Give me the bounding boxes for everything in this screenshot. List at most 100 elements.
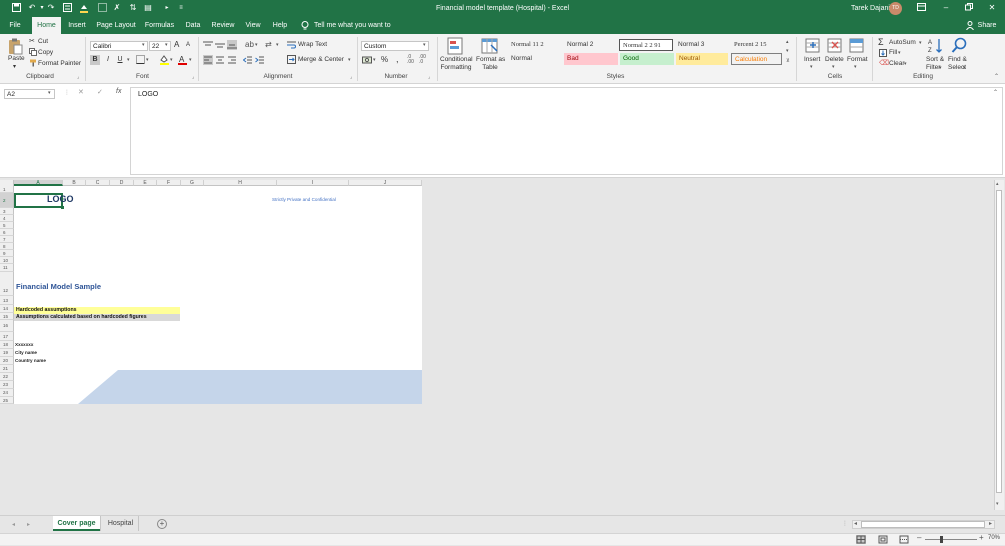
row-header[interactable]: 12 [0, 272, 14, 296]
row-header[interactable]: 23 [0, 381, 14, 389]
cell-model-title[interactable]: Financial Model Sample [16, 282, 101, 291]
format-cells-button[interactable]: Format [847, 56, 868, 63]
row-header[interactable]: 20 [0, 357, 14, 365]
paste-special-qat-icon[interactable]: ▤ [143, 3, 153, 13]
share-button[interactable]: Share [977, 17, 997, 34]
find-select-label[interactable]: Find & [948, 56, 967, 63]
find-select-icon[interactable] [951, 37, 967, 55]
orientation-dropdown-icon[interactable]: ▾ [255, 42, 258, 48]
orientation-icon[interactable]: ab [245, 40, 254, 49]
underline-dropdown-icon[interactable]: ▾ [127, 57, 130, 63]
tab-review[interactable]: Review [210, 17, 236, 34]
tab-home[interactable]: Home [32, 17, 61, 34]
cell-logo[interactable]: LOGO [47, 194, 74, 204]
cell-city[interactable]: City name [15, 350, 37, 355]
font-launcher-icon[interactable]: ⌟ [192, 74, 194, 80]
insert-cells-icon[interactable] [805, 37, 821, 54]
close-icon[interactable]: ✕ [987, 3, 997, 13]
cell-hardcoded-legend[interactable]: Hardcoded assumptions [16, 307, 77, 314]
tab-page-layout[interactable]: Page Layout [95, 17, 137, 34]
tab-data[interactable]: Data [182, 17, 204, 34]
row-header[interactable]: 4 [0, 215, 14, 222]
tab-formulas[interactable]: Formulas [143, 17, 176, 34]
horizontal-scroll-thumb[interactable] [861, 521, 985, 528]
sheet-tab-cover-page[interactable]: Cover page [53, 516, 100, 531]
sort-filter-dropdown-icon[interactable]: ▾ [939, 65, 942, 71]
font-color-icon[interactable]: A [177, 54, 188, 65]
align-left-icon[interactable] [203, 55, 213, 65]
styles-more-icon[interactable]: ⊻ [786, 58, 790, 64]
clear-icon[interactable]: ⌫ [879, 59, 889, 67]
clear-formats-qat-icon[interactable]: ✗ [112, 3, 122, 13]
format-as-table-label[interactable]: Format as [476, 56, 505, 63]
column-header-h[interactable]: H [204, 180, 277, 186]
style-normal-3[interactable]: Normal 3 [675, 39, 730, 51]
row-header[interactable]: 14 [0, 305, 14, 313]
scroll-right-icon[interactable]: ▸ [989, 520, 992, 527]
increase-font-size-icon[interactable]: A [174, 40, 179, 49]
styles-scroll-up-icon[interactable]: ▴ [786, 39, 789, 45]
middle-align-icon[interactable] [215, 41, 225, 50]
number-format-select[interactable]: Custom [361, 41, 429, 51]
style-normal[interactable]: Normal [508, 53, 563, 65]
restore-icon[interactable] [964, 3, 974, 13]
format-painter-icon[interactable] [29, 59, 36, 67]
copy-button[interactable]: Copy [38, 49, 53, 56]
zoom-level[interactable]: 70% [988, 535, 1000, 541]
column-header-i[interactable]: I [277, 180, 349, 186]
zoom-slider-track[interactable] [925, 539, 977, 540]
cell-calculated-legend[interactable]: Assumptions calculated based on hardcode… [16, 314, 147, 321]
row-header[interactable]: 1 [0, 186, 14, 193]
tab-insert[interactable]: Insert [64, 17, 90, 34]
form-icon[interactable] [62, 3, 72, 13]
number-format-dropdown-icon[interactable]: ▾ [423, 42, 426, 48]
cut-icon[interactable]: ✂ [29, 37, 35, 45]
insert-cells-dropdown-icon[interactable]: ▾ [810, 64, 813, 70]
sort-filter-icon[interactable]: AZ [928, 37, 944, 55]
delete-cells-button[interactable]: Delete [825, 56, 844, 63]
tab-file[interactable]: File [4, 17, 26, 34]
column-header-b[interactable]: B [63, 180, 86, 186]
merge-center-button[interactable]: Merge & Center [298, 56, 344, 63]
paste-dropdown-icon[interactable]: ▾ [13, 63, 16, 70]
row-header[interactable]: 6 [0, 229, 14, 236]
row-header[interactable]: 19 [0, 349, 14, 357]
collapse-ribbon-icon[interactable]: ⌃ [994, 73, 999, 80]
undo-icon[interactable]: ↶ [27, 3, 37, 13]
delete-cells-dropdown-icon[interactable]: ▾ [832, 64, 835, 70]
autosum-dropdown-icon[interactable]: ▾ [919, 40, 922, 46]
avatar[interactable]: TD [889, 2, 902, 15]
normal-view-icon[interactable] [856, 535, 866, 544]
style-normal-11-2[interactable]: Normal 11 2 [508, 39, 563, 51]
scroll-up-icon[interactable]: ▴ [996, 181, 999, 187]
cut-button[interactable]: Cut [38, 38, 48, 45]
format-cells-icon[interactable] [849, 37, 865, 54]
formula-bar-resize-icon[interactable]: ⋮ [64, 89, 70, 96]
page-break-view-icon[interactable] [899, 535, 909, 544]
row-header[interactable]: 17 [0, 332, 14, 341]
align-center-icon[interactable] [215, 55, 225, 65]
vertical-scroll-thumb[interactable] [996, 190, 1002, 493]
tab-help[interactable]: Help [270, 17, 290, 34]
fill-handle[interactable] [61, 206, 64, 209]
row-header[interactable]: 13 [0, 296, 14, 305]
text-direction-dropdown-icon[interactable]: ▾ [276, 42, 279, 48]
row-header[interactable]: 16 [0, 320, 14, 332]
decrease-indent-icon[interactable] [242, 55, 253, 65]
cell-confidential[interactable]: Strictly Private and Confidential [272, 197, 336, 202]
font-name-dropdown-icon[interactable]: ▾ [142, 42, 145, 48]
fill-dropdown-icon[interactable]: ▾ [898, 50, 901, 56]
fill-icon[interactable] [879, 49, 887, 57]
insert-cells-button[interactable]: Insert [804, 56, 820, 63]
format-as-table-label-2[interactable]: Table [476, 64, 504, 71]
decrease-font-size-icon[interactable]: A [186, 42, 190, 48]
percent-style-button[interactable]: % [381, 55, 388, 64]
style-normal-2-2-91[interactable]: Normal 2 2 91 [619, 39, 673, 51]
increase-decimal-icon[interactable]: .0.00 [407, 55, 414, 65]
ribbon-display-options-icon[interactable] [916, 3, 926, 13]
minimize-icon[interactable]: – [941, 3, 951, 13]
collapse-formula-bar-icon[interactable]: ⌃ [993, 89, 998, 96]
decrease-decimal-icon[interactable]: .00.0 [419, 55, 426, 65]
row-header[interactable]: 21 [0, 365, 14, 373]
borders-qat-icon[interactable] [97, 3, 107, 13]
